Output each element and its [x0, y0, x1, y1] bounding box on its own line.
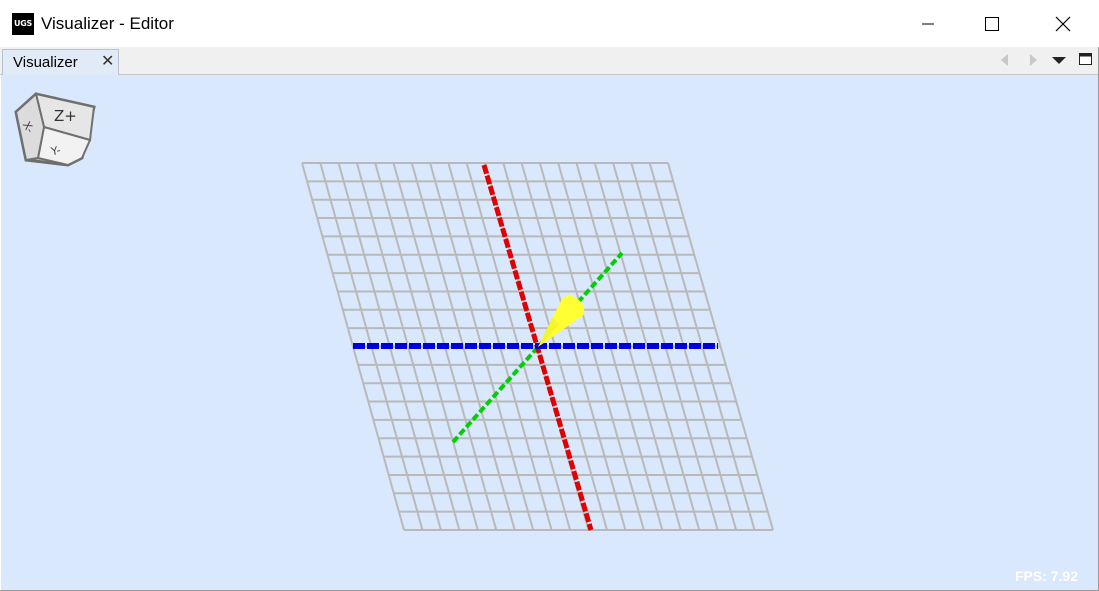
maximize-icon: [985, 16, 999, 31]
dropdown-icon[interactable]: [1052, 56, 1066, 66]
maximize-button[interactable]: [969, 0, 1015, 47]
editor-tab-bar: Visualizer ✕: [0, 47, 1099, 75]
fps-readout: FPS: 7.92: [1014, 568, 1078, 584]
scene-canvas[interactable]: Z+ Y- X-: [1, 75, 1098, 590]
minimize-icon: [922, 23, 934, 24]
y-axis-line: [451, 345, 540, 444]
scene-3d: [301, 162, 774, 531]
minimize-button[interactable]: [905, 0, 951, 47]
arrow-right-icon[interactable]: [1027, 53, 1039, 67]
app-logo-icon: UGS: [12, 13, 34, 35]
view-cube[interactable]: Z+ Y- X-: [14, 92, 96, 167]
close-window-button[interactable]: [1040, 0, 1086, 47]
tab-visualizer-label: Visualizer: [13, 54, 78, 71]
tab-visualizer[interactable]: Visualizer ✕: [2, 49, 119, 75]
close-icon: [1055, 16, 1071, 31]
view-cube-top-label: Z+: [54, 107, 77, 125]
window-title: Visualizer - Editor: [41, 14, 174, 33]
maximize-panel-icon[interactable]: [1078, 52, 1093, 66]
visualizer-viewport[interactable]: Z+ Y- X- FPS: 7.92: [1, 75, 1098, 590]
tab-close-icon[interactable]: ✕: [101, 53, 114, 71]
arrow-left-icon[interactable]: [999, 53, 1011, 67]
window-titlebar: UGS Visualizer - Editor: [0, 0, 1099, 47]
